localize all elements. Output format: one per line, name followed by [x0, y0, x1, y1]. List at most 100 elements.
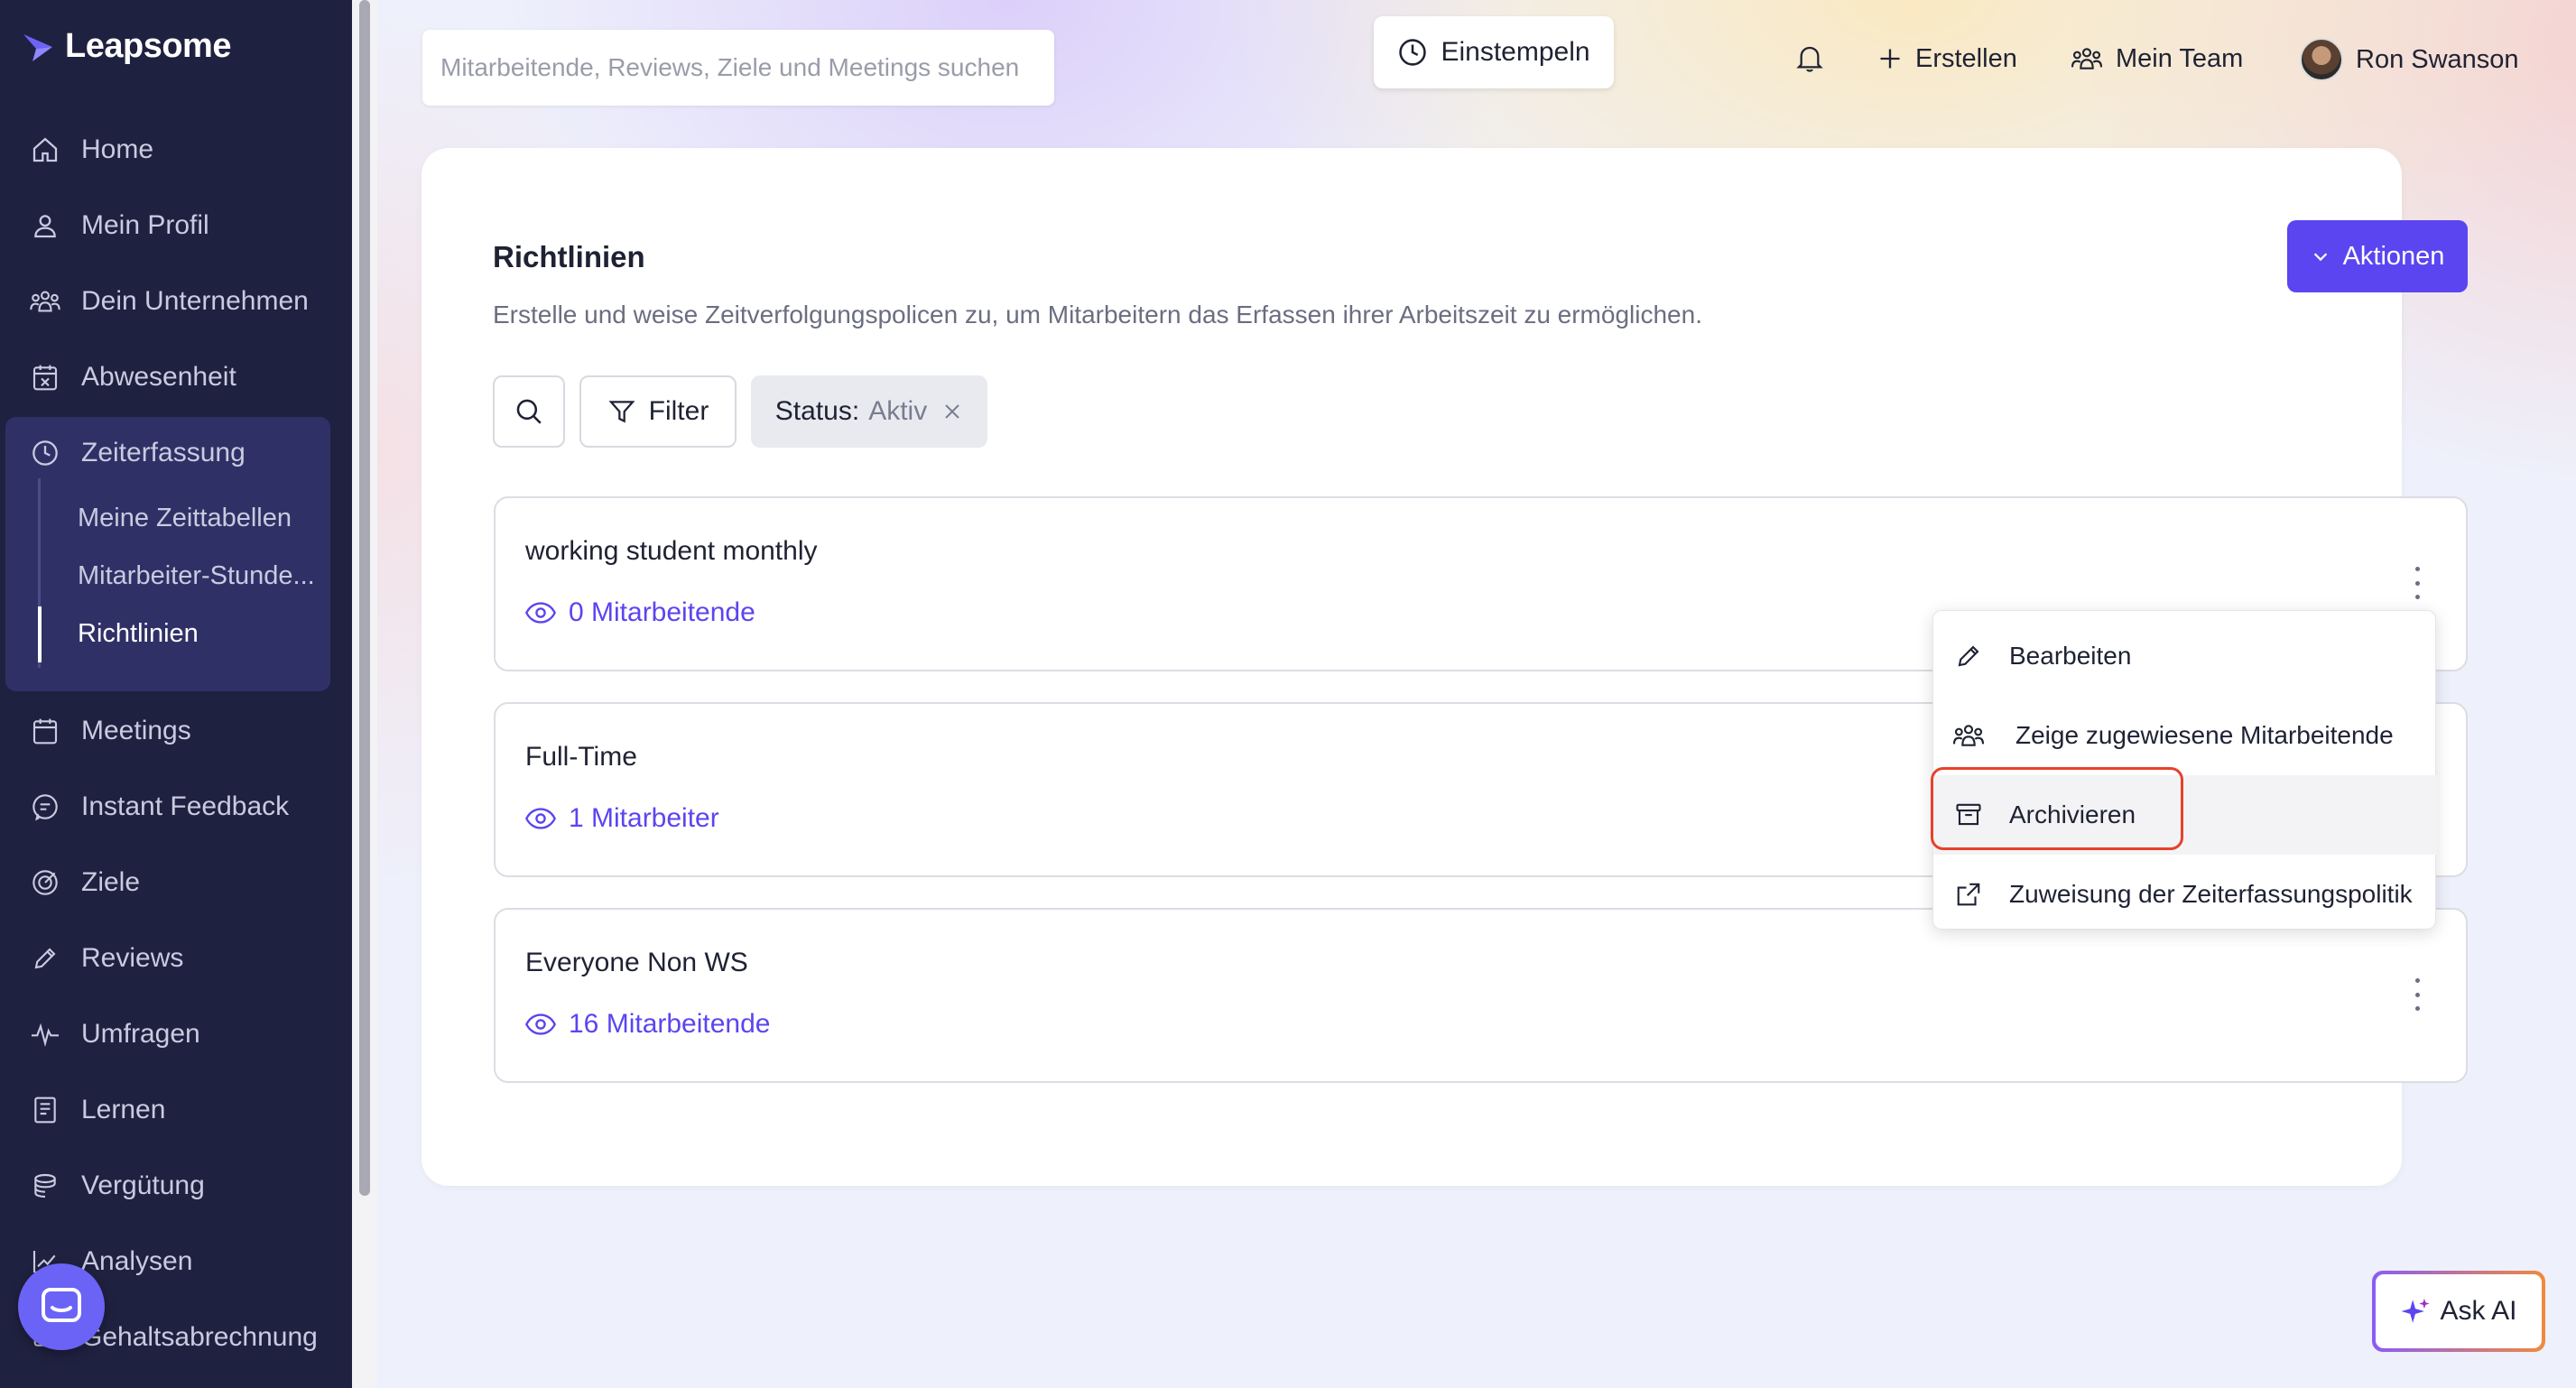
sidebar-item-home[interactable]: Home: [0, 123, 352, 177]
sidebar-item-surveys[interactable]: Umfragen: [0, 1007, 352, 1061]
close-icon[interactable]: [941, 401, 963, 422]
status-filter-chip[interactable]: Status: Aktiv: [751, 375, 987, 448]
policy-members-count: 0 Mitarbeitende: [569, 597, 755, 627]
support-chat-button[interactable]: [18, 1263, 105, 1350]
policy-row[interactable]: Everyone Non WS 16 Mitarbeitende: [494, 908, 2468, 1083]
sidebar-item-profile[interactable]: Mein Profil: [0, 199, 352, 253]
chat-icon: [29, 791, 61, 823]
sidebar-item-company[interactable]: Dein Unternehmen: [0, 274, 352, 328]
policy-members-count: 16 Mitarbeitende: [569, 1009, 771, 1039]
sidebar-item-label: Instant Feedback: [81, 791, 290, 821]
search-button[interactable]: [493, 375, 565, 448]
sidebar-item-learning[interactable]: Lernen: [0, 1083, 352, 1137]
actions-button[interactable]: Aktionen: [2287, 220, 2468, 292]
menu-item-label: Zeige zugewiesene Mitarbeitende: [2015, 721, 2394, 749]
eye-icon: [525, 602, 556, 624]
sidebar-item-label: Meetings: [81, 716, 191, 745]
sparkle-icon: [2401, 1298, 2431, 1323]
target-icon: [29, 866, 61, 899]
create-label: Erstellen: [1915, 43, 2017, 73]
my-team-label: Mein Team: [2116, 43, 2244, 73]
user-menu[interactable]: Ron Swanson: [2300, 34, 2519, 85]
users-icon: [29, 285, 61, 318]
policy-name: working student monthly: [525, 536, 818, 566]
sidebar-item-label: Lernen: [81, 1095, 166, 1124]
sidebar-item-absence[interactable]: Abwesenheit: [0, 350, 352, 404]
policy-members-link[interactable]: 16 Mitarbeitende: [525, 1009, 770, 1040]
external-link-icon: [1951, 877, 1986, 911]
leapsome-logo[interactable]: Leapsome: [20, 27, 231, 66]
sidebar-item-meetings[interactable]: Meetings: [0, 704, 352, 758]
policy-members-count: 1 Mitarbeiter: [569, 803, 719, 833]
pencil-icon: [29, 942, 61, 975]
ask-ai-button[interactable]: Ask AI: [2372, 1271, 2545, 1352]
more-options-icon[interactable]: [2408, 567, 2426, 599]
policy-name: Everyone Non WS: [525, 948, 748, 977]
more-options-icon[interactable]: [2408, 978, 2426, 1011]
page-title: Richtlinien: [493, 240, 645, 273]
actions-label: Aktionen: [2342, 241, 2445, 271]
ask-ai-label: Ask AI: [2440, 1296, 2517, 1326]
sidebar-item-label: Home: [81, 134, 154, 164]
filter-label: Filter: [648, 396, 709, 426]
filter-icon: [608, 401, 635, 423]
sidebar-item-label: Zeiterfassung: [81, 438, 246, 467]
status-chip-value: Aktiv: [868, 396, 928, 426]
sidebar-item-label: Dein Unternehmen: [81, 286, 309, 316]
clock-icon: [1399, 39, 1427, 66]
menu-item-label: Zuweisung der Zeiterfassungspolitik: [2009, 880, 2413, 908]
policy-name: Full-Time: [525, 742, 637, 772]
sidebar-item-reviews[interactable]: Reviews: [0, 931, 352, 985]
leapsome-logo-icon: [23, 33, 52, 61]
sidebar-item-label: Abwesenheit: [81, 362, 236, 392]
sidebar-item-time-tracking[interactable]: Zeiterfassung: [0, 426, 352, 480]
sidebar-item-instant-feedback[interactable]: Instant Feedback: [0, 780, 352, 834]
calendar-x-icon: [29, 361, 61, 393]
sidebar-subitem-my-timesheets[interactable]: Meine Zeittabellen: [78, 504, 330, 533]
calendar-icon: [29, 715, 61, 747]
global-search[interactable]: [422, 30, 1054, 106]
global-search-input[interactable]: [440, 53, 1054, 82]
sidebar-item-compensation[interactable]: Vergütung: [0, 1159, 352, 1213]
sidebar-item-label: Reviews: [81, 943, 184, 973]
sidebar-item-label: Analysen: [81, 1246, 193, 1276]
chat-bubble-icon: [42, 1288, 81, 1322]
pulse-icon: [29, 1018, 61, 1050]
pencil-icon: [1951, 639, 1986, 673]
menu-item-show-assigned[interactable]: Zeige zugewiesene Mitarbeitende: [1933, 696, 2437, 775]
policy-members-link[interactable]: 0 Mitarbeitende: [525, 597, 755, 628]
eye-icon: [525, 1013, 556, 1035]
create-button[interactable]: Erstellen: [1877, 36, 2017, 81]
user-name: Ron Swanson: [2356, 44, 2519, 74]
sidebar-item-label: Vergütung: [81, 1171, 205, 1200]
filter-button[interactable]: Filter: [579, 375, 737, 448]
search-icon: [516, 399, 542, 424]
status-chip-key: Status:: [774, 396, 860, 426]
eye-icon: [525, 808, 556, 829]
my-team-button[interactable]: Mein Team: [2071, 36, 2243, 81]
app-name: Leapsome: [65, 27, 231, 65]
menu-item-assign-policy[interactable]: Zuweisung der Zeiterfassungspolitik: [1933, 855, 2437, 934]
coins-icon: [29, 1170, 61, 1202]
policy-members-link[interactable]: 1 Mitarbeiter: [525, 803, 719, 834]
clock-in-button[interactable]: Einstempeln: [1374, 16, 1614, 88]
menu-item-label: Bearbeiten: [2009, 642, 2132, 670]
user-icon: [29, 209, 61, 242]
sidebar-item-goals[interactable]: Ziele: [0, 856, 352, 910]
plus-icon: [1880, 49, 1900, 69]
users-icon: [2071, 48, 2103, 69]
users-icon: [1951, 718, 1986, 753]
sidebar-scrollbar-thumb[interactable]: [359, 0, 370, 1196]
clock-icon: [29, 437, 61, 469]
sidebar-item-label: Umfragen: [81, 1019, 200, 1049]
menu-item-edit[interactable]: Bearbeiten: [1933, 616, 2437, 696]
clock-in-label: Einstempeln: [1441, 37, 1590, 67]
sidebar-subitem-policies[interactable]: Richtlinien: [78, 619, 330, 649]
home-icon: [29, 134, 61, 166]
sidebar-item-label: Mein Profil: [81, 210, 209, 240]
sidebar-subitem-employee-hours[interactable]: Mitarbeiter-Stunde...: [78, 561, 330, 591]
sidebar-item-label: Ziele: [81, 867, 141, 897]
page-description: Erstelle und weise Zeitverfolgungspolice…: [493, 301, 1702, 328]
notifications-button[interactable]: [1796, 36, 1823, 81]
sub-nav-active-indicator: [38, 606, 42, 662]
